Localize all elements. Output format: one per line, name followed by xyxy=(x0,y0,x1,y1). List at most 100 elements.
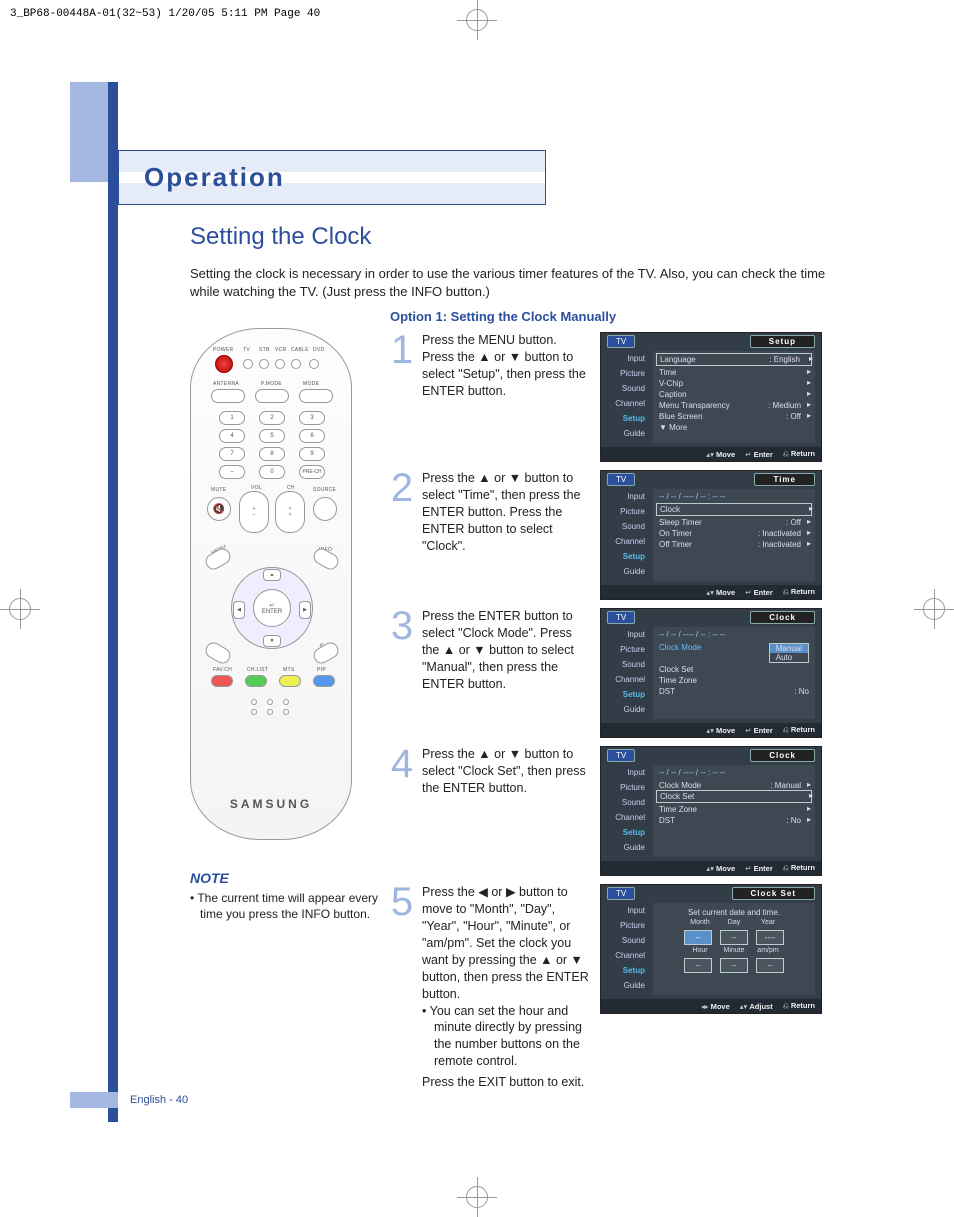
remote-dash-button: – xyxy=(219,465,245,479)
osd-title: Setup xyxy=(750,335,815,348)
osd-sidebar-item: Channel xyxy=(601,672,649,687)
remote-exit-button xyxy=(311,640,342,667)
osd-sidebar-item: Input xyxy=(601,765,649,780)
osd-sidebar: InputPictureSoundChannelSetupGuide xyxy=(601,349,649,445)
remote-label-chlist: CH.LIST xyxy=(247,667,268,673)
osd-row-value: : Off xyxy=(786,518,801,527)
osd-sidebar-item: Picture xyxy=(601,918,649,933)
remote-led xyxy=(275,359,285,369)
remote-label-dvd: DVD xyxy=(313,347,324,353)
osd-row-label: Clock Mode xyxy=(659,643,701,663)
osd-menu-row: Caption xyxy=(659,389,809,400)
left-accent-bar xyxy=(108,82,118,1122)
osd-screenshot: TVClockInputPictureSoundChannelSetupGuid… xyxy=(600,746,822,876)
osd-menu-row: Clock Mode ManualAuto xyxy=(659,642,809,664)
osd-sidebar: InputPictureSoundChannelSetupGuide xyxy=(601,625,649,721)
remote-left-button: ◀ xyxy=(233,601,245,619)
osd-menu-row: Clock xyxy=(656,503,812,516)
osd-body: Set current date and time.MonthDayYear--… xyxy=(653,903,815,995)
remote-num-3: 3 xyxy=(299,411,325,425)
osd-foot-move: ◂▸ Move xyxy=(701,1002,730,1011)
osd-foot-move: ▴▾ Move xyxy=(706,864,735,873)
osd-row-label: Clock Mode xyxy=(659,781,701,790)
osd-sidebar-item: Guide xyxy=(601,702,649,717)
remote-num-2: 2 xyxy=(259,411,285,425)
osd-sidebar-item: Sound xyxy=(601,519,649,534)
osd-menu-row: Language: English xyxy=(656,353,812,366)
osd-tv-tag: TV xyxy=(607,887,635,900)
osd-time-placeholder: -- / -- / ---- / -- : -- -- xyxy=(659,768,809,777)
osd-foot-enter: ↵ Enter xyxy=(745,588,773,597)
osd-footer: ▴▾ Move↵ Enter⎌ Return xyxy=(601,447,821,461)
osd-footer: ▴▾ Move↵ Enter⎌ Return xyxy=(601,585,821,599)
osd-sidebar: InputPictureSoundChannelSetupGuide xyxy=(601,487,649,583)
osd-sidebar-item: Input xyxy=(601,627,649,642)
osd-option-box: ManualAuto xyxy=(769,643,809,663)
crop-mark-bottom xyxy=(457,1177,497,1217)
step-number: 3 xyxy=(390,610,414,642)
osd-sidebar-item: Input xyxy=(601,903,649,918)
osd-sidebar-item: Picture xyxy=(601,366,649,381)
osd-sidebar-item: Setup xyxy=(601,687,649,702)
step-text: Press the ◀ or ▶ button to move to "Mont… xyxy=(422,882,592,1091)
osd-row-label: V-Chip xyxy=(659,379,683,388)
osd-tv-tag: TV xyxy=(607,473,635,486)
osd-tv-tag: TV xyxy=(607,611,635,624)
remote-label-mts: MTS xyxy=(283,667,294,673)
osd-option: Manual xyxy=(770,644,808,653)
remote-led xyxy=(309,359,319,369)
osd-row-label: Caption xyxy=(659,390,687,399)
osd-row-value: : Manual xyxy=(770,781,801,790)
osd-sidebar-item: Picture xyxy=(601,642,649,657)
osd-sidebar: InputPictureSoundChannelSetupGuide xyxy=(601,763,649,859)
remote-guide-button xyxy=(203,640,234,667)
osd-time-placeholder: -- / -- / ---- / -- : -- -- xyxy=(659,492,809,501)
intro-text: Setting the clock is necessary in order … xyxy=(190,265,850,301)
osd-menu-row: Time Zone xyxy=(659,804,809,815)
remote-label-stb: STB xyxy=(259,347,270,353)
osd-row-label: Menu Transparency xyxy=(659,401,730,410)
osd-time-placeholder: -- / -- / ---- / -- : -- -- xyxy=(659,630,809,639)
remote-label-vcr: VCR xyxy=(275,347,286,353)
osd-sidebar-item: Picture xyxy=(601,780,649,795)
osd-foot-return: ⎌ Return xyxy=(783,449,815,459)
remote-illustration: POWER TV STB VCR CABLE DVD ANTENNA P.MOD… xyxy=(190,328,352,840)
osd-set-labels: MonthDayYear xyxy=(659,919,809,926)
remote-pmode-button xyxy=(255,389,289,403)
osd-sidebar-item: Input xyxy=(601,351,649,366)
remote-ch-rocker: ˄˅ xyxy=(275,491,305,533)
remote-num-7: 7 xyxy=(219,447,245,461)
osd-sidebar-item: Channel xyxy=(601,948,649,963)
osd-foot-adjust: ▴▾ Adjust xyxy=(740,1002,773,1011)
osd-menu-row: ▼ More xyxy=(659,422,809,433)
osd-row-label: Blue Screen xyxy=(659,412,703,421)
remote-brand: SAMSUNG xyxy=(191,797,351,811)
osd-menu-row: Clock Set xyxy=(656,790,812,803)
osd-row-value: : Off xyxy=(786,412,801,421)
remote-yellow-button xyxy=(279,675,301,687)
osd-menu-row: Menu Transparency: Medium xyxy=(659,400,809,411)
osd-sidebar-item: Setup xyxy=(601,963,649,978)
osd-row-label: DST xyxy=(659,816,675,825)
osd-footer: ◂▸ Move▴▾ Adjust⎌ Return xyxy=(601,999,821,1013)
osd-menu-row: Off Timer: Inactivated xyxy=(659,539,809,550)
osd-screenshot: TVSetupInputPictureSoundChannelSetupGuid… xyxy=(600,332,822,462)
remote-vol-rocker: +– xyxy=(239,491,269,533)
step-number: 1 xyxy=(390,334,414,366)
osd-row-label: DST xyxy=(659,687,675,696)
osd-title: Clock Set xyxy=(732,887,815,900)
osd-screenshot: TVClock SetInputPictureSoundChannelSetup… xyxy=(600,884,822,1014)
osd-row-label: Sleep Timer xyxy=(659,518,702,527)
osd-menu-row: Blue Screen : Off xyxy=(659,411,809,422)
remote-label-source: SOURCE xyxy=(313,487,336,493)
osd-menu-row: DST: No xyxy=(659,686,809,697)
remote-label-pip: PIP xyxy=(317,667,326,673)
remote-label-power: POWER xyxy=(213,347,233,353)
osd-row-label: Time Zone xyxy=(659,805,697,814)
remote-led xyxy=(243,359,253,369)
remote-down-button: ▼ xyxy=(263,635,281,647)
osd-row-value: : No xyxy=(786,816,801,825)
osd-foot-enter: ↵ Enter xyxy=(745,726,773,735)
option-heading: Option 1: Setting the Clock Manually xyxy=(390,309,850,324)
osd-sidebar-item: Channel xyxy=(601,534,649,549)
